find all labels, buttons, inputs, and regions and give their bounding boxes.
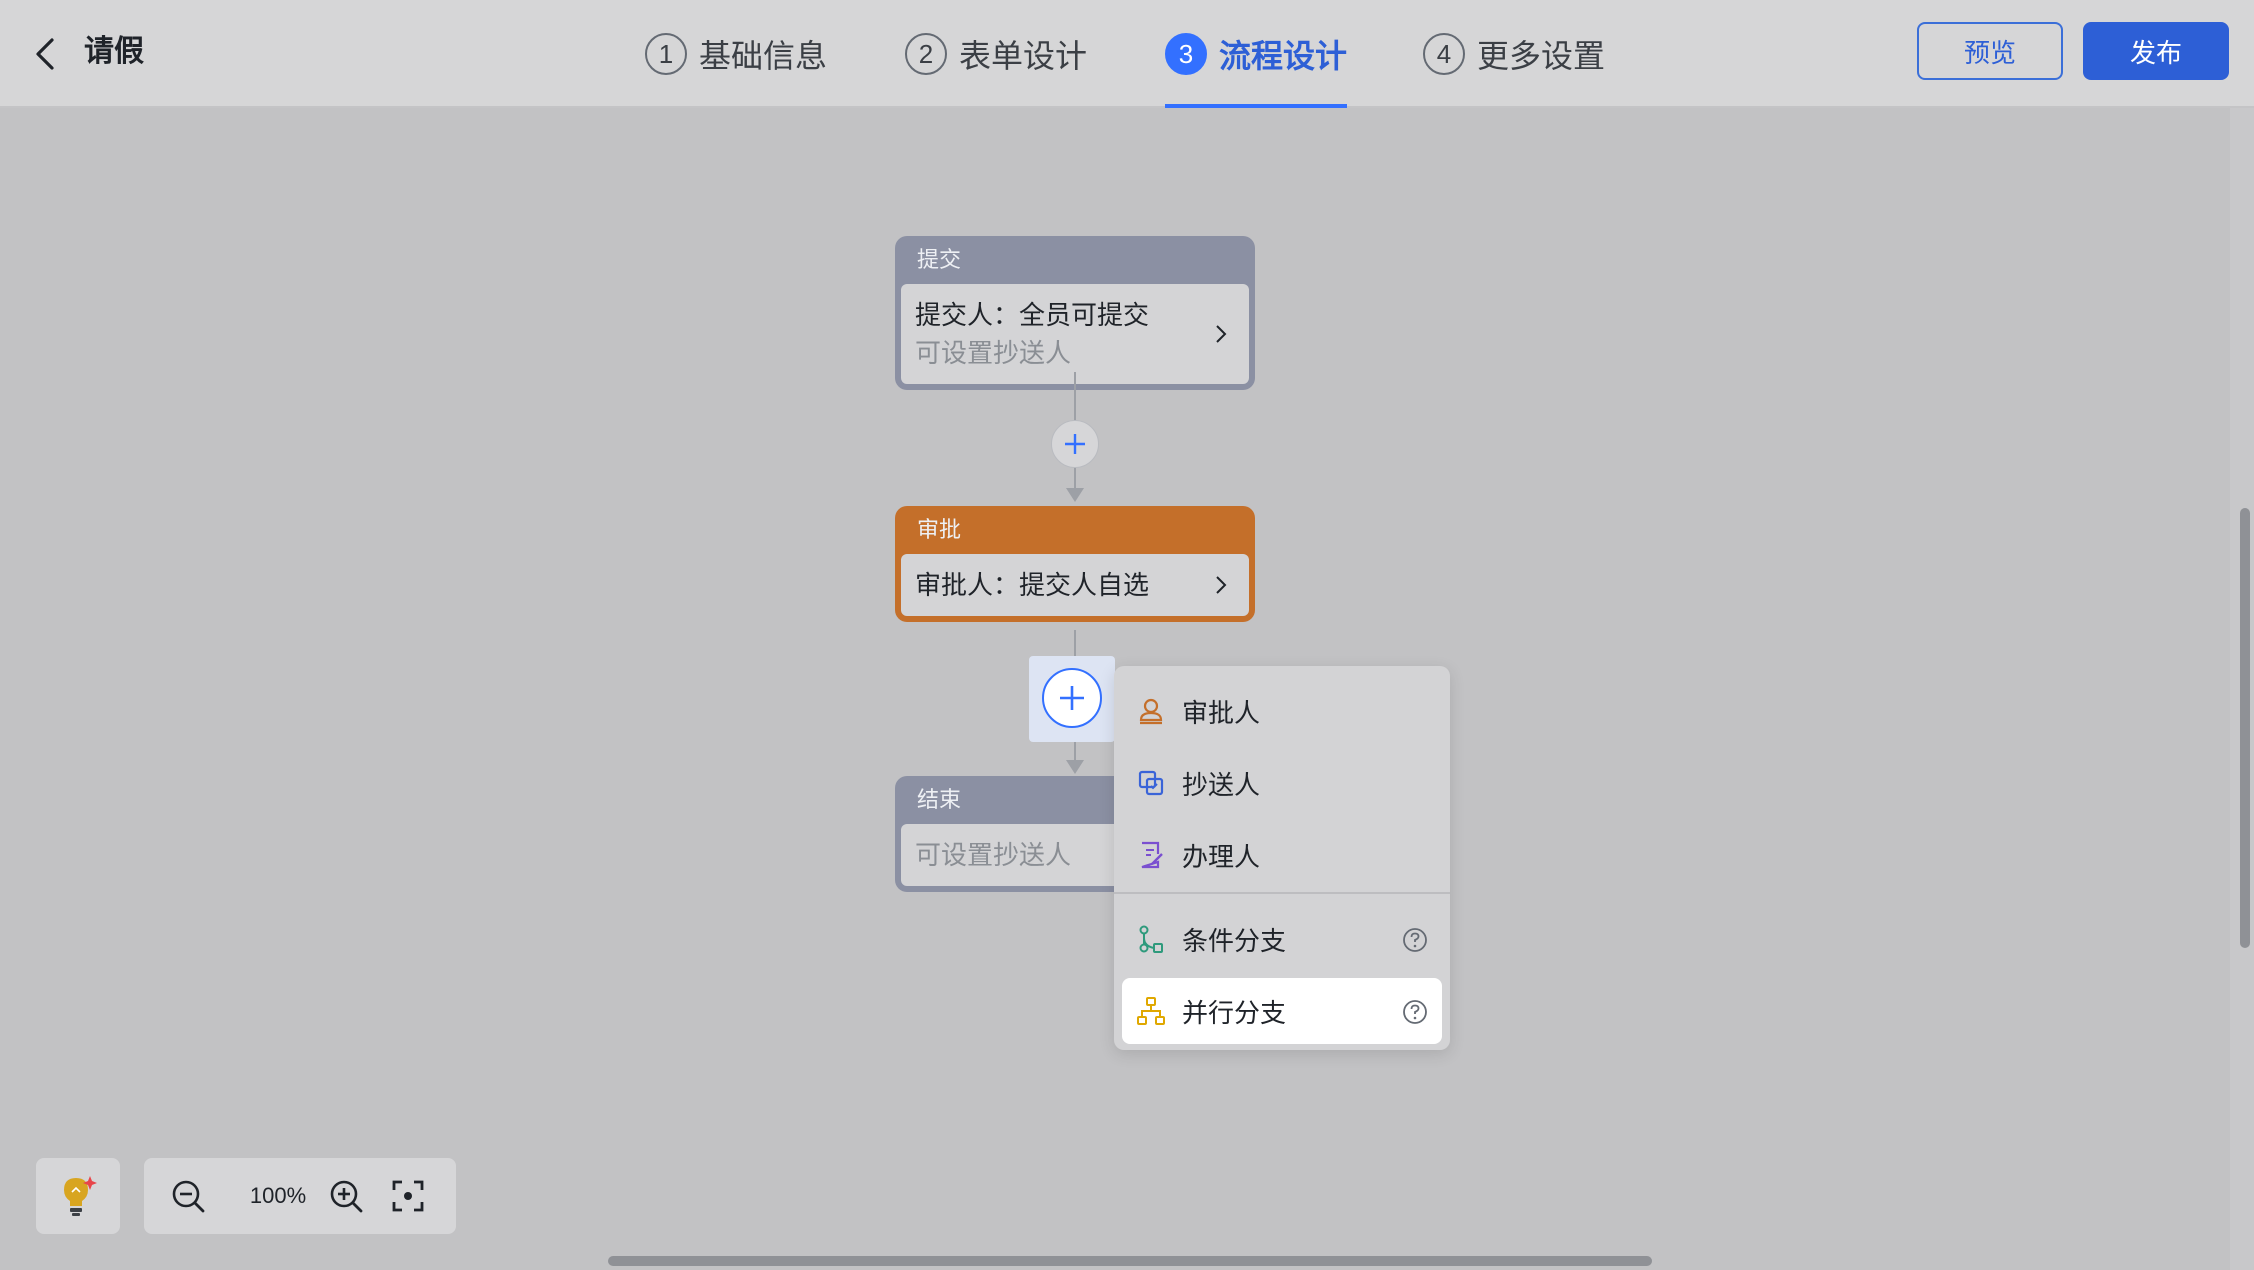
vertical-scrollbar[interactable] xyxy=(2240,508,2250,948)
node-submitter-text: 提交人：全员可提交 xyxy=(915,300,1150,330)
node-title: 审批 xyxy=(917,517,962,542)
menu-item-condition-branch[interactable]: 条件分支 xyxy=(1122,906,1442,972)
node-title: 提交 xyxy=(917,247,962,272)
parallel-branch-icon xyxy=(1137,997,1165,1025)
plus-icon xyxy=(1060,686,1084,710)
node-body: 审批人：提交人自选 xyxy=(901,554,1249,616)
chevron-right-icon xyxy=(1216,576,1227,594)
arrow-down-icon xyxy=(1066,760,1084,774)
zoom-out-icon[interactable] xyxy=(170,1178,206,1214)
menu-item-label: 条件分支 xyxy=(1182,925,1287,956)
step-number: 2 xyxy=(905,33,947,75)
menu-item-label: 审批人 xyxy=(1182,697,1261,728)
step-label: 基础信息 xyxy=(699,38,828,74)
approver-icon xyxy=(1139,698,1163,725)
help-icon[interactable] xyxy=(1402,927,1428,953)
tab-form-design[interactable]: 2 表单设计 xyxy=(905,0,1087,108)
menu-item-handler[interactable]: 办理人 xyxy=(1122,822,1442,888)
menu-item-label: 并行分支 xyxy=(1182,997,1287,1028)
horizontal-scrollbar[interactable] xyxy=(608,1256,1652,1266)
cc-icon xyxy=(1138,770,1164,796)
submit-node[interactable]: 提交 提交人：全员可提交 可设置抄送人 xyxy=(895,236,1255,390)
tips-button[interactable] xyxy=(36,1158,120,1234)
menu-divider xyxy=(1114,892,1450,894)
top-bar: 请假 1 基础信息 2 表单设计 3 流程设计 4 更多设置 预览 发布 xyxy=(0,0,2254,108)
chevron-right-icon xyxy=(1216,325,1227,343)
menu-item-cc[interactable]: 抄送人 xyxy=(1122,750,1442,816)
fit-screen-icon[interactable] xyxy=(390,1178,426,1214)
condition-branch-icon xyxy=(1139,925,1163,953)
step-label: 更多设置 xyxy=(1477,38,1606,74)
page-title: 请假 xyxy=(84,35,144,68)
step-number: 3 xyxy=(1165,33,1207,75)
step-number: 1 xyxy=(645,33,687,75)
publish-button[interactable]: 发布 xyxy=(2083,22,2229,80)
tab-flow-design[interactable]: 3 流程设计 xyxy=(1165,0,1348,108)
lightbulb-icon xyxy=(64,1176,97,1216)
menu-item-label: 办理人 xyxy=(1182,841,1261,872)
handler-icon xyxy=(1141,841,1163,869)
zoom-in-icon[interactable] xyxy=(328,1178,364,1214)
node-approver-text: 审批人：提交人自选 xyxy=(915,570,1150,600)
approve-node[interactable]: 审批 审批人：提交人自选 xyxy=(895,506,1255,622)
node-cc-hint: 可设置抄送人 xyxy=(915,338,1072,368)
back-arrow-icon[interactable] xyxy=(26,34,66,74)
tab-more-settings[interactable]: 4 更多设置 xyxy=(1423,0,1605,108)
menu-item-parallel-branch[interactable]: 并行分支 xyxy=(1122,978,1442,1044)
flow-canvas[interactable]: 提交 提交人：全员可提交 可设置抄送人 审批 审批人：提交人自选 结束 可设置抄… xyxy=(0,108,2254,1270)
zoom-level: 100% xyxy=(249,1183,307,1208)
menu-item-approver[interactable]: 审批人 xyxy=(1122,678,1442,744)
node-body: 提交人：全员可提交 可设置抄送人 xyxy=(901,284,1249,384)
connector-line xyxy=(1074,468,1076,490)
step-number: 4 xyxy=(1423,33,1465,75)
plus-icon xyxy=(1065,434,1085,454)
help-icon[interactable] xyxy=(1402,999,1428,1025)
add-node-button[interactable] xyxy=(1051,420,1099,468)
step-label: 流程设计 xyxy=(1219,38,1348,74)
zoom-controls: 100% xyxy=(144,1158,456,1234)
preview-button[interactable]: 预览 xyxy=(1917,22,2063,80)
add-node-button-active[interactable] xyxy=(1042,668,1102,728)
menu-item-label: 抄送人 xyxy=(1182,769,1261,800)
arrow-down-icon xyxy=(1066,488,1084,502)
add-node-menu: 审批人 抄送人 办理人 条件分支 并行分支 xyxy=(1114,666,1450,1050)
tab-basic-info[interactable]: 1 基础信息 xyxy=(645,0,827,108)
step-label: 表单设计 xyxy=(959,38,1088,74)
